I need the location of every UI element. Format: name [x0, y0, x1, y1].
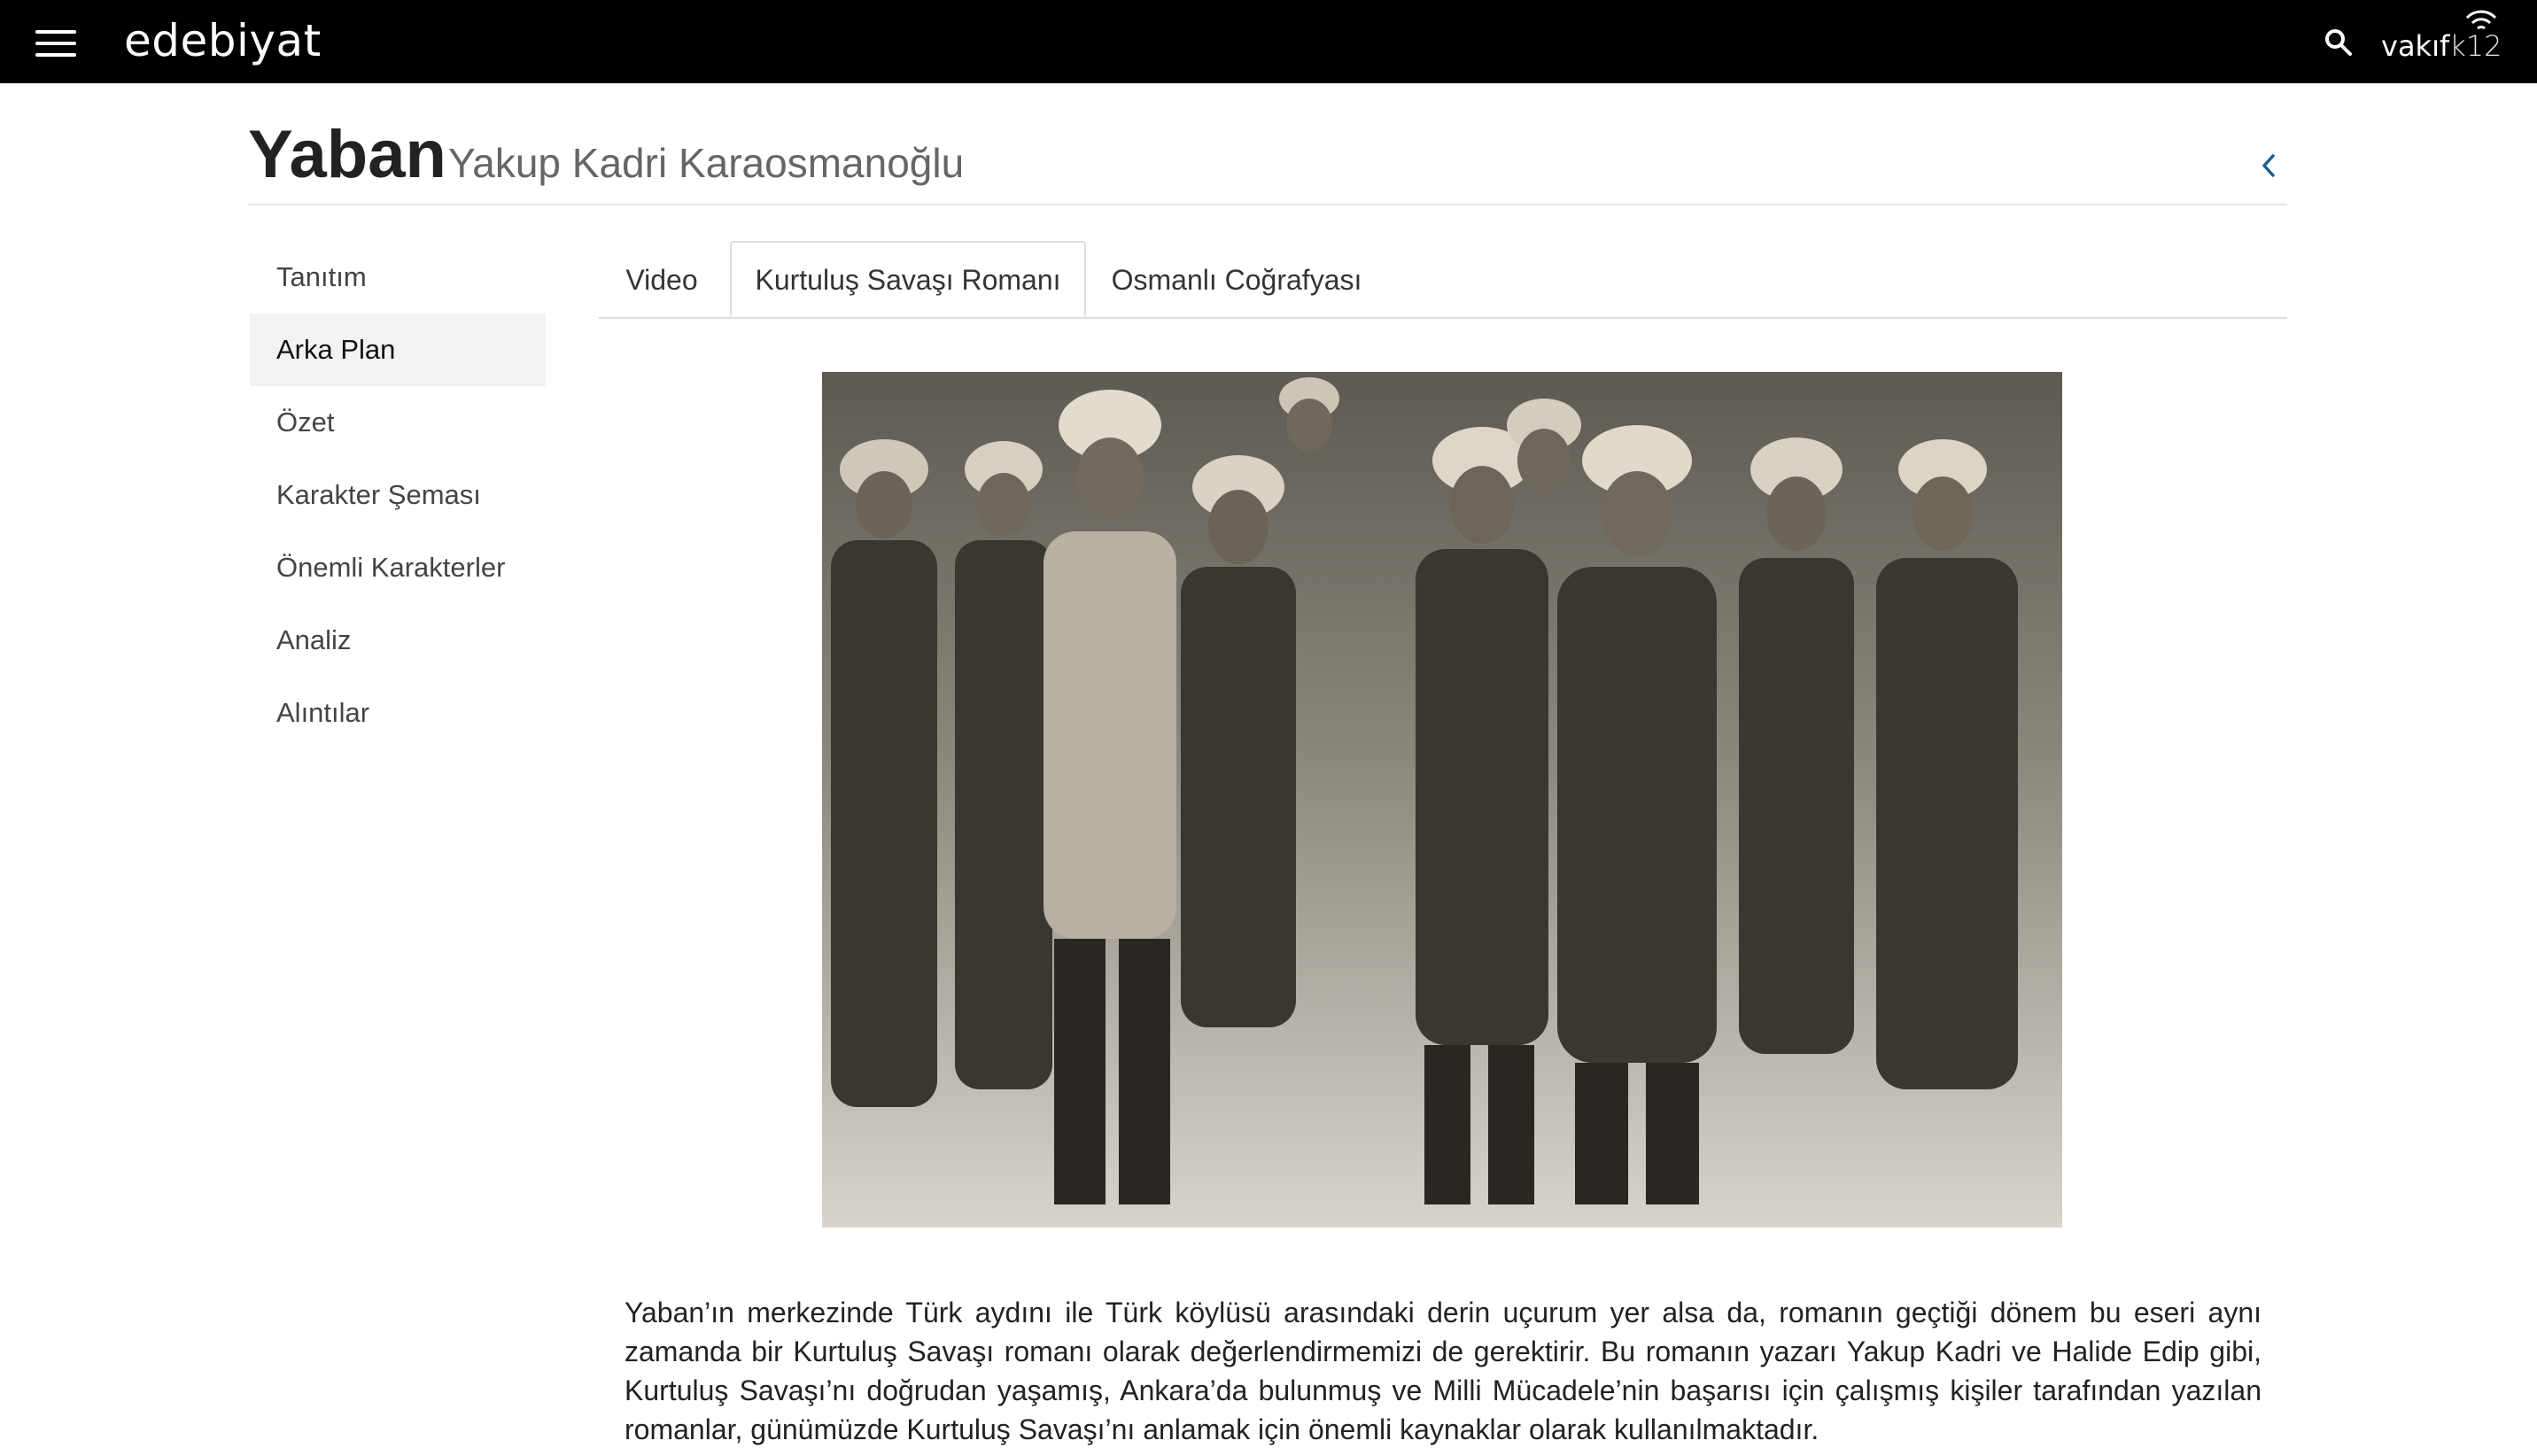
sidebar-item-tanitim[interactable]: Tanıtım — [250, 241, 546, 314]
page-title: Yaban — [248, 117, 446, 192]
tab-video[interactable]: Video — [599, 241, 725, 317]
sidebar-item-onemli-karakterler[interactable]: Önemli Karakterler — [250, 531, 546, 604]
tab-kurtulus-savasi-romani[interactable]: Kurtuluş Savaşı Romanı — [730, 241, 1086, 317]
top-navigation-bar: edebiyat vakıfk12 — [0, 0, 2537, 83]
sidebar-item-ozet[interactable]: Özet — [250, 386, 546, 459]
tab-osmanli-cografyasi[interactable]: Osmanlı Coğrafyası — [1093, 241, 1380, 317]
partner-logo-suffix: k12 — [2449, 29, 2502, 63]
partner-logo[interactable]: vakıfk12 — [2381, 28, 2502, 64]
sidebar-navigation: Tanıtım Arka Plan Özet Karakter Şeması Ö… — [250, 241, 546, 749]
page-header: Yaban Yakup Kadri Karaosmanoğlu — [248, 113, 2287, 205]
article-paragraph: Yaban’ın merkezinde Türk aydını ile Türk… — [625, 1297, 2262, 1445]
sidebar-item-alintilar[interactable]: Alıntılar — [250, 677, 546, 749]
sidebar-item-karakter-semasi[interactable]: Karakter Şeması — [250, 459, 546, 531]
historical-photo — [822, 372, 2062, 1228]
author-name: Yakup Kadri Karaosmanoğlu — [448, 140, 965, 186]
content-tabs: Video Kurtuluş Savaşı Romanı Osmanlı Coğ… — [599, 241, 2287, 319]
sidebar-item-arka-plan[interactable]: Arka Plan — [250, 314, 546, 386]
partner-logo-main: vakıf — [2381, 29, 2450, 63]
search-icon[interactable] — [2323, 27, 2355, 58]
hamburger-menu-icon[interactable] — [35, 30, 76, 57]
brand-logo[interactable]: edebiyat — [124, 12, 322, 69]
chevron-left-icon[interactable] — [2257, 151, 2278, 181]
sidebar-item-analiz[interactable]: Analiz — [250, 604, 546, 677]
